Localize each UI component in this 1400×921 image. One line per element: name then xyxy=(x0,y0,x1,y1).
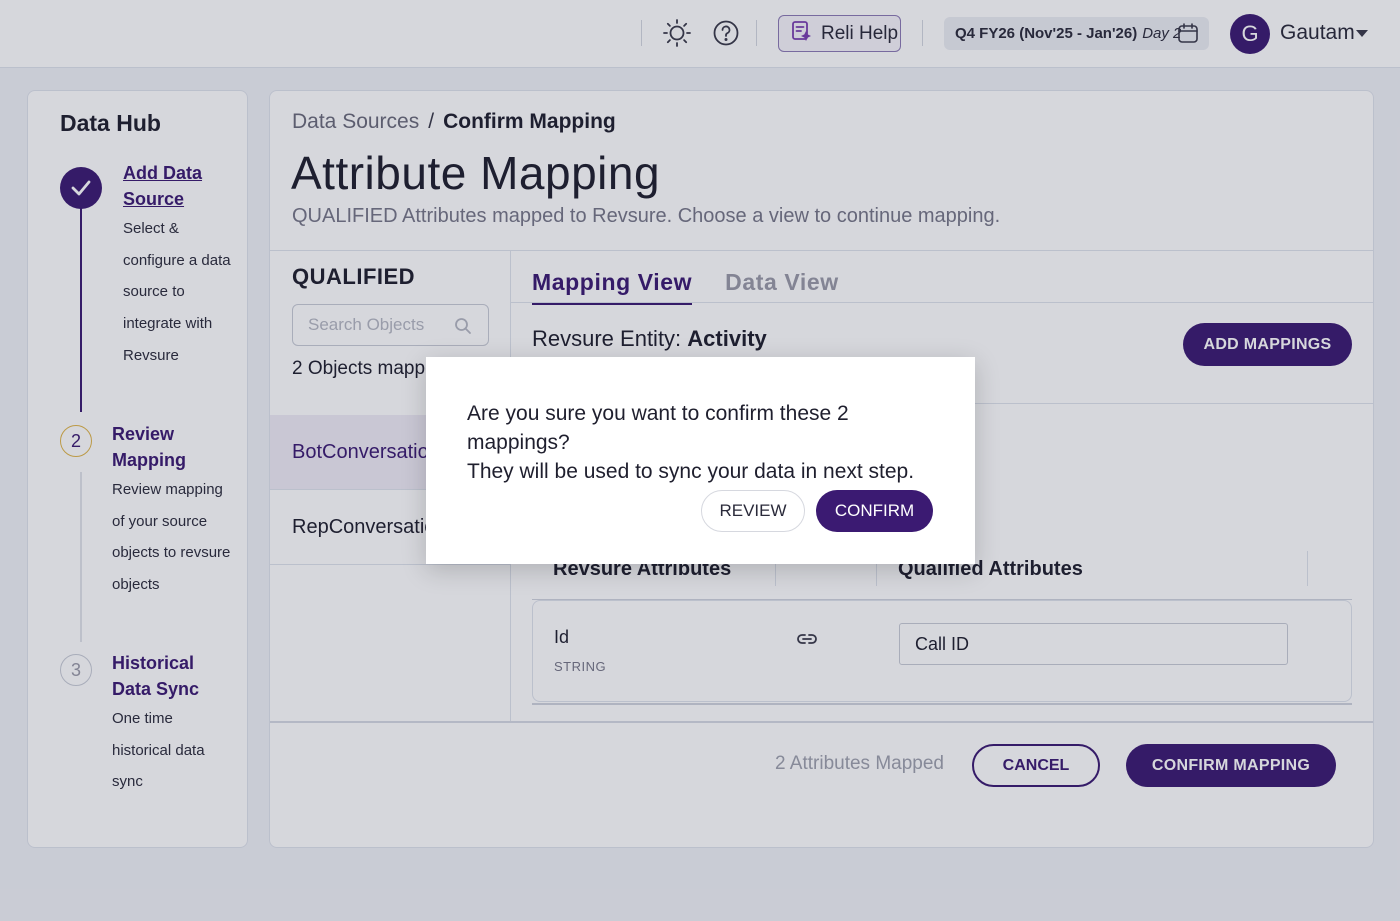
confirm-button[interactable]: CONFIRM xyxy=(816,490,933,532)
confirm-dialog-message: Are you sure you want to confirm these 2… xyxy=(467,402,915,483)
review-button[interactable]: REVIEW xyxy=(701,490,805,532)
confirm-dialog: Are you sure you want to confirm these 2… xyxy=(426,357,975,564)
